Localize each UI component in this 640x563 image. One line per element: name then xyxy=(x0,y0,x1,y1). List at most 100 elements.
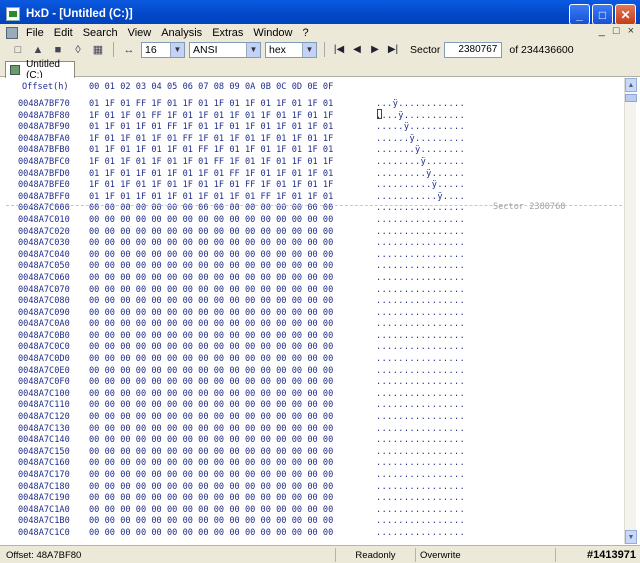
hex-byte[interactable]: 00 xyxy=(89,505,105,515)
hex-byte[interactable]: 00 xyxy=(276,273,292,283)
hex-byte[interactable]: 00 xyxy=(120,319,136,329)
hex-byte[interactable]: 00 xyxy=(229,227,245,237)
hex-byte[interactable]: 00 xyxy=(261,482,277,492)
hex-byte[interactable]: 00 xyxy=(167,377,183,387)
hex-byte[interactable]: 00 xyxy=(245,505,261,515)
hex-byte[interactable]: 1F xyxy=(276,145,292,155)
hex-byte[interactable]: 00 xyxy=(105,366,121,376)
hex-byte[interactable]: 00 xyxy=(307,493,323,503)
hex-byte[interactable]: 1F xyxy=(214,122,230,132)
hex-byte[interactable]: 00 xyxy=(151,227,167,237)
row-ascii[interactable]: ................ xyxy=(376,319,465,329)
hex-byte[interactable]: 00 xyxy=(214,238,230,248)
hex-byte[interactable]: 00 xyxy=(292,458,308,468)
hex-byte[interactable]: 00 xyxy=(198,215,214,225)
hex-byte[interactable]: 00 xyxy=(229,400,245,410)
hex-byte[interactable]: 00 xyxy=(276,412,292,422)
hex-byte[interactable]: 00 xyxy=(151,447,167,457)
hex-byte[interactable]: 1F xyxy=(151,99,167,109)
hex-byte[interactable]: 00 xyxy=(307,400,323,410)
hex-byte[interactable]: 00 xyxy=(292,238,308,248)
hex-byte[interactable]: 1F xyxy=(105,99,121,109)
hex-byte[interactable]: 00 xyxy=(323,516,339,526)
hex-byte[interactable]: 00 xyxy=(198,389,214,399)
hex-byte[interactable]: 00 xyxy=(167,285,183,295)
hex-byte[interactable]: 00 xyxy=(183,285,199,295)
row-ascii[interactable]: ................ xyxy=(376,482,465,492)
status-overwrite[interactable]: Overwrite xyxy=(416,548,556,562)
hex-byte[interactable]: 00 xyxy=(292,493,308,503)
hex-byte[interactable]: 00 xyxy=(198,273,214,283)
hex-byte[interactable]: 00 xyxy=(323,447,339,457)
mdi-restore-button[interactable]: □ xyxy=(613,25,620,37)
hex-byte[interactable]: 00 xyxy=(292,227,308,237)
hex-byte[interactable]: 01 xyxy=(307,111,323,121)
hex-byte[interactable]: 1F xyxy=(245,145,261,155)
hex-byte[interactable]: 00 xyxy=(89,482,105,492)
hex-byte[interactable]: 00 xyxy=(245,366,261,376)
hex-byte[interactable]: 00 xyxy=(89,354,105,364)
hex-byte[interactable]: 01 xyxy=(214,134,230,144)
hex-byte[interactable]: 00 xyxy=(89,435,105,445)
hex-byte[interactable]: 00 xyxy=(136,285,152,295)
hex-byte[interactable]: 01 xyxy=(136,180,152,190)
hex-byte[interactable]: 00 xyxy=(167,227,183,237)
hex-byte[interactable]: 00 xyxy=(261,377,277,387)
hex-byte[interactable]: 1F xyxy=(214,99,230,109)
hex-byte[interactable]: 00 xyxy=(261,528,277,538)
hex-byte[interactable]: 00 xyxy=(105,377,121,387)
hex-byte[interactable]: 00 xyxy=(167,482,183,492)
hex-byte[interactable]: 1F xyxy=(307,99,323,109)
row-ascii[interactable]: ................ xyxy=(376,215,465,225)
hex-byte[interactable]: 00 xyxy=(323,273,339,283)
hex-byte[interactable]: 00 xyxy=(105,261,121,271)
hex-byte[interactable]: 00 xyxy=(183,366,199,376)
hex-byte[interactable]: 00 xyxy=(261,516,277,526)
hex-byte[interactable]: 01 xyxy=(105,134,121,144)
hex-byte[interactable]: 00 xyxy=(323,470,339,480)
hex-byte[interactable]: 01 xyxy=(323,122,339,132)
hex-byte[interactable]: 00 xyxy=(229,238,245,248)
hex-byte[interactable]: 00 xyxy=(120,296,136,306)
hex-byte[interactable]: 00 xyxy=(323,366,339,376)
hex-byte[interactable]: 00 xyxy=(151,377,167,387)
hex-byte[interactable]: 00 xyxy=(323,319,339,329)
hex-byte[interactable]: 00 xyxy=(214,470,230,480)
hex-byte[interactable]: 1F xyxy=(292,111,308,121)
hex-byte[interactable]: 1F xyxy=(261,134,277,144)
hex-byte[interactable]: 00 xyxy=(105,400,121,410)
hex-byte[interactable]: 01 xyxy=(89,192,105,202)
menu-file[interactable]: File xyxy=(26,27,44,39)
hex-byte[interactable]: 00 xyxy=(183,342,199,352)
hex-byte[interactable]: 1F xyxy=(292,157,308,167)
hex-byte[interactable]: 1F xyxy=(292,180,308,190)
hex-byte[interactable]: 01 xyxy=(261,145,277,155)
hex-byte[interactable]: 00 xyxy=(292,412,308,422)
hex-byte[interactable]: 1F xyxy=(292,134,308,144)
hex-byte[interactable]: 00 xyxy=(167,331,183,341)
hex-byte[interactable]: 00 xyxy=(198,366,214,376)
hex-byte[interactable]: 00 xyxy=(183,250,199,260)
hex-byte[interactable]: 00 xyxy=(198,435,214,445)
hex-byte[interactable]: 00 xyxy=(167,261,183,271)
hex-byte[interactable]: 00 xyxy=(292,354,308,364)
hex-byte[interactable]: 00 xyxy=(136,424,152,434)
hex-byte[interactable]: 00 xyxy=(214,424,230,434)
vertical-scrollbar[interactable]: ▲ ▼ xyxy=(624,78,637,544)
hex-byte[interactable]: 00 xyxy=(307,389,323,399)
hex-byte[interactable]: 00 xyxy=(276,366,292,376)
hex-byte[interactable]: 00 xyxy=(245,482,261,492)
hex-byte[interactable]: 00 xyxy=(276,435,292,445)
hex-byte[interactable]: 00 xyxy=(245,458,261,468)
hex-byte[interactable]: 00 xyxy=(105,458,121,468)
hex-byte[interactable]: 00 xyxy=(214,516,230,526)
hex-byte[interactable]: 00 xyxy=(151,250,167,260)
hex-byte[interactable]: 1F xyxy=(245,122,261,132)
charset-select[interactable]: ANSI ▼ xyxy=(189,41,261,58)
hex-byte[interactable]: 1F xyxy=(198,169,214,179)
hex-byte[interactable]: 00 xyxy=(183,493,199,503)
hex-byte[interactable]: 00 xyxy=(245,493,261,503)
row-ascii[interactable]: ....ÿ........... xyxy=(376,111,465,121)
hex-byte[interactable]: 00 xyxy=(214,273,230,283)
hex-byte[interactable]: 01 xyxy=(183,192,199,202)
